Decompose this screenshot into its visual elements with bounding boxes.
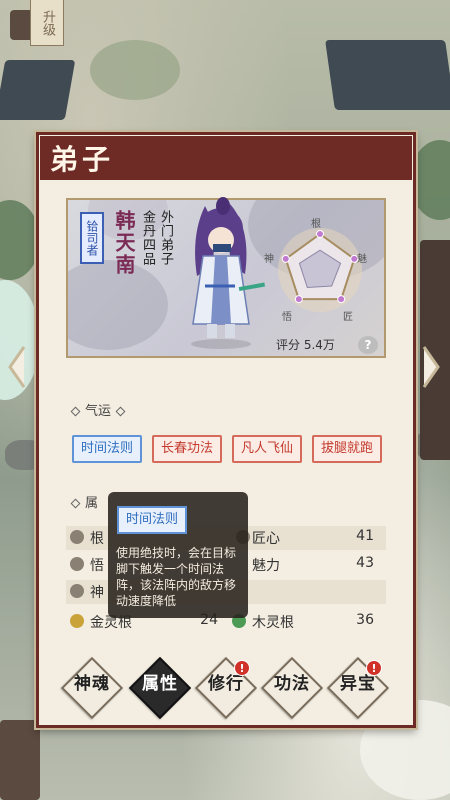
radar-vertex-left	[281, 254, 290, 263]
hero-portrait[interactable]	[175, 196, 265, 352]
radar-label-bottom-left: 悟	[282, 312, 292, 323]
radar-label-bottom-right: 匠	[343, 312, 353, 323]
radar-label-right: 魅	[357, 254, 367, 265]
nav-treasures[interactable]: 异宝 !	[326, 656, 390, 720]
nav-soul[interactable]: 神魂	[60, 656, 124, 720]
prev-arrow-icon[interactable]	[6, 345, 28, 389]
fortune-tag-mortal-ascend[interactable]: 凡人飞仙	[232, 435, 302, 463]
radar-vertex-bottom_right	[337, 295, 346, 304]
attribute-radar	[278, 228, 362, 312]
tooltip-title: 时间法则	[117, 506, 187, 534]
attributes-heading: 属	[66, 492, 98, 511]
rank-seal: 铪司者	[80, 212, 104, 264]
spirit-icon	[70, 584, 84, 598]
diamond-icon	[115, 406, 126, 417]
metal-root-icon	[70, 614, 84, 628]
radar-vertex-bottom_left	[294, 295, 303, 304]
tooltip-text: 使用绝技时，会在目标脚下触发一个时间法阵，该法阵内的敌方移动速度降低	[116, 546, 237, 608]
score-text: 评分 5.4万	[276, 338, 335, 352]
hero-sect-rank: 外门弟子	[158, 210, 173, 266]
alert-badge: !	[366, 660, 382, 676]
nav-cultivation[interactable]: 修行 !	[194, 656, 258, 720]
fortune-tag-time-law[interactable]: 时间法则	[72, 435, 142, 463]
next-arrow-icon[interactable]	[420, 345, 442, 389]
root-icon	[70, 530, 84, 544]
nav-attributes[interactable]: 属性	[128, 656, 192, 720]
alert-badge: !	[234, 660, 250, 676]
comprehension-icon	[70, 557, 84, 571]
nav-techniques[interactable]: 功法	[260, 656, 324, 720]
radar-label-left: 神	[264, 254, 274, 265]
hero-realm: 金丹四品	[140, 210, 155, 266]
radar-label-top: 根	[311, 219, 321, 230]
radar-vertex-top	[316, 230, 324, 238]
fortune-tag-evergreen[interactable]: 长春功法	[152, 435, 222, 463]
diamond-icon	[70, 498, 81, 509]
upgrade-tag[interactable]: 升级	[30, 0, 64, 46]
panel-title: 弟子	[50, 143, 115, 176]
diamond-icon	[70, 406, 81, 417]
hero-name: 韩天南	[112, 210, 136, 276]
fortune-tag-run-away[interactable]: 拔腿就跑	[312, 435, 382, 463]
help-button[interactable]: ?	[358, 336, 378, 354]
fortune-heading: 气运	[66, 400, 130, 419]
